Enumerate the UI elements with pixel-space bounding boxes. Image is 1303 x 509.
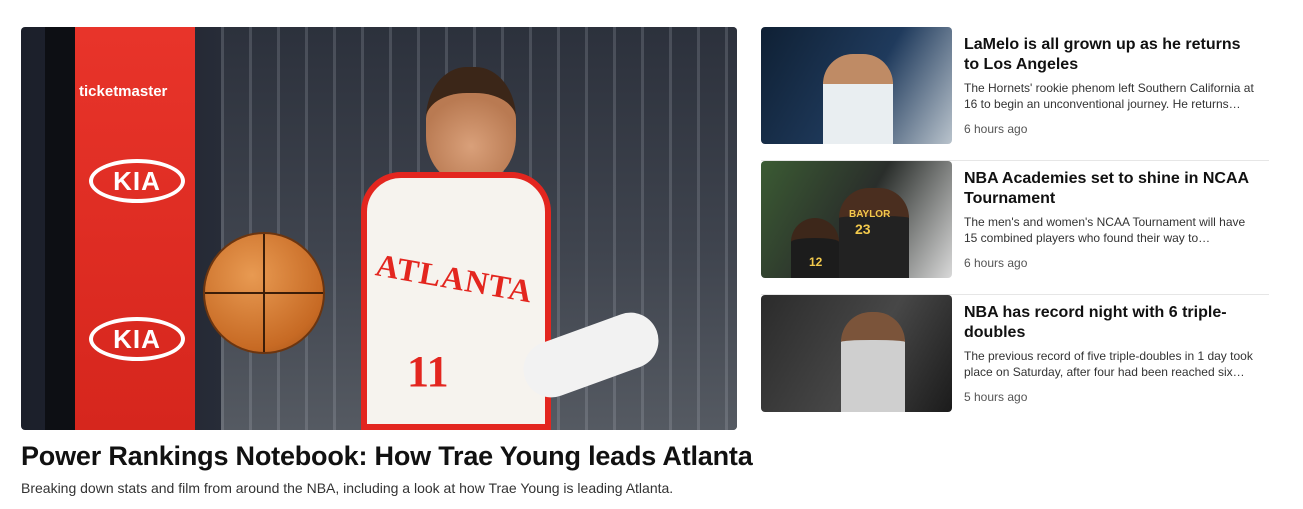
story-timestamp: 6 hours ago xyxy=(964,122,1028,136)
side-story[interactable]: NBA has record night with 6 triple-doubl… xyxy=(761,295,1269,429)
kia-logo: KIA xyxy=(89,159,185,203)
story-summary: The Hornets' rookie phenom left Southern… xyxy=(964,81,1254,111)
jersey-number: 11 xyxy=(407,347,449,396)
player-figure xyxy=(791,218,839,278)
jersey-number: 12 xyxy=(809,255,823,269)
story-thumbnail[interactable] xyxy=(761,27,952,144)
story-body: NBA has record night with 6 triple-doubl… xyxy=(952,295,1257,429)
sponsor-pillar: ticketmaster KIA KIA xyxy=(45,27,195,430)
side-story-list: LaMelo is all grown up as he returns to … xyxy=(761,27,1269,429)
story-title[interactable]: NBA Academies set to shine in NCAA Tourn… xyxy=(964,169,1257,209)
story-body: LaMelo is all grown up as he returns to … xyxy=(952,27,1257,160)
side-story[interactable]: LaMelo is all grown up as he returns to … xyxy=(761,27,1269,161)
story-thumbnail[interactable]: BAYLOR 23 12 xyxy=(761,161,952,278)
player-figure xyxy=(839,188,909,278)
story-thumbnail[interactable] xyxy=(761,295,952,412)
featured-story-summary: Breaking down stats and film from around… xyxy=(21,480,674,496)
story-body: NBA Academies set to shine in NCAA Tourn… xyxy=(952,161,1257,294)
story-timestamp: 6 hours ago xyxy=(964,256,1028,270)
story-summary: The previous record of five triple-doubl… xyxy=(964,349,1253,379)
story-title[interactable]: NBA has record night with 6 triple-doubl… xyxy=(964,303,1257,343)
pillar-edge xyxy=(45,27,75,430)
featured-story-title[interactable]: Power Rankings Notebook: How Trae Young … xyxy=(21,441,753,472)
basketball-icon xyxy=(203,232,325,354)
sponsor-logo: ticketmaster xyxy=(79,83,168,100)
kia-logo: KIA xyxy=(89,317,185,361)
side-story[interactable]: BAYLOR 23 12 NBA Academies set to shine … xyxy=(761,161,1269,295)
jersey-team-text: ATLANTA xyxy=(373,246,536,310)
featured-story[interactable]: ticketmaster KIA KIA ATLANTA 11 Power Ra… xyxy=(21,27,753,496)
player-head xyxy=(426,67,516,182)
featured-story-image[interactable]: ticketmaster KIA KIA ATLANTA 11 xyxy=(21,27,737,430)
player-figure xyxy=(841,312,905,412)
story-timestamp: 5 hours ago xyxy=(964,390,1028,404)
jersey-text: BAYLOR xyxy=(849,209,891,220)
story-title[interactable]: LaMelo is all grown up as he returns to … xyxy=(964,35,1257,75)
jersey-number: 23 xyxy=(855,221,871,237)
player-jersey: ATLANTA 11 xyxy=(361,172,551,430)
story-summary: The men's and women's NCAA Tournament wi… xyxy=(964,215,1246,245)
player-figure xyxy=(823,54,893,144)
player-figure: ATLANTA 11 xyxy=(311,57,667,430)
